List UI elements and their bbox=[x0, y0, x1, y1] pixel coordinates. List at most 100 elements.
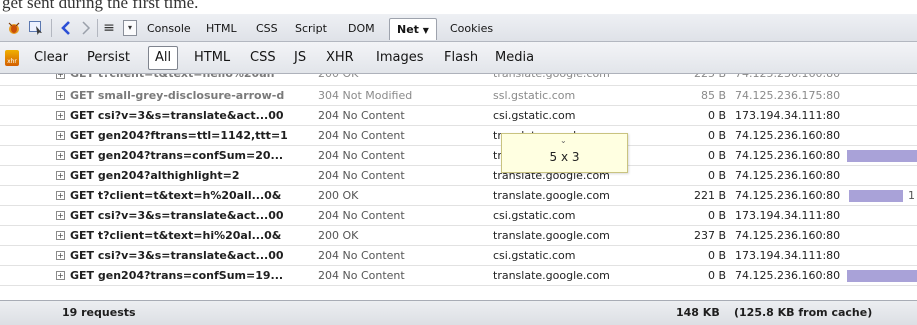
request-status: 200 OK bbox=[318, 74, 478, 82]
request-size: 0 B bbox=[707, 109, 726, 122]
request-status: 204 No Content bbox=[318, 209, 405, 222]
request-remote-ip: 74.125.236.160:80 bbox=[735, 74, 845, 82]
request-url: GET csi?v=3&s=translate&act...00 bbox=[70, 249, 284, 262]
request-url: GET gen204?ftrans=ttl=1142,ttt=1 bbox=[70, 129, 288, 142]
filter-html-button[interactable]: HTML bbox=[194, 49, 230, 67]
request-url: GET t?client=t&text=hi%20al...0& bbox=[70, 229, 282, 242]
table-row[interactable]: + GET t?client=t&text=h%20all...0& 200 O… bbox=[0, 186, 917, 206]
expand-icon[interactable]: + bbox=[56, 111, 65, 120]
filter-js-button[interactable]: JS bbox=[294, 49, 306, 67]
tab-net-arrow-icon: ▼ bbox=[422, 26, 429, 35]
filter-flash-button[interactable]: Flash bbox=[444, 49, 478, 67]
xhr-icon: xhr bbox=[5, 50, 19, 66]
tab-dom[interactable]: DOM bbox=[348, 21, 375, 37]
firebug-icon[interactable] bbox=[6, 20, 22, 36]
request-remote-ip: 74.125.236.160:80 bbox=[735, 229, 841, 242]
expand-icon[interactable]: + bbox=[56, 231, 65, 240]
page-caption: get sent during the first time. bbox=[0, 0, 917, 14]
request-status: 200 OK bbox=[318, 189, 359, 202]
clear-button[interactable]: Clear bbox=[34, 49, 68, 67]
table-row[interactable]: + GET gen204?trans=confSum=20... 204 No … bbox=[0, 146, 917, 166]
total-size: 148 KB bbox=[676, 306, 720, 319]
request-size: 225 B bbox=[670, 74, 726, 82]
request-status: 204 No Content bbox=[318, 249, 405, 262]
net-filter-toolbar: xhr Clear Persist All HTML CSS JS XHR Im… bbox=[0, 42, 917, 74]
request-remote-ip: 74.125.236.160:80 bbox=[735, 189, 841, 202]
request-size: 221 B bbox=[693, 189, 726, 202]
tab-html[interactable]: HTML bbox=[206, 21, 237, 37]
net-summary-footer: 19 requests 148 KB (125.8 KB from cache) bbox=[0, 300, 917, 325]
request-domain: ssl.gstatic.com bbox=[493, 89, 576, 102]
request-remote-ip: 74.125.236.160:80 bbox=[735, 129, 841, 142]
request-domain: translate.google.com bbox=[493, 189, 610, 202]
request-size: 0 B bbox=[707, 129, 726, 142]
table-row[interactable]: + GET csi?v=3&s=translate&act...00 204 N… bbox=[0, 246, 917, 266]
request-list: + GET t?client=t&text=hello%20an 200 OK … bbox=[0, 74, 917, 300]
timeline-bar bbox=[849, 190, 903, 202]
expand-icon[interactable]: + bbox=[56, 271, 65, 280]
filter-images-button[interactable]: Images bbox=[376, 49, 424, 67]
expand-icon[interactable]: + bbox=[56, 171, 65, 180]
expand-icon[interactable]: + bbox=[56, 131, 65, 140]
tab-cookies[interactable]: Cookies bbox=[450, 21, 493, 37]
expand-icon[interactable]: + bbox=[56, 151, 65, 160]
forward-icon[interactable] bbox=[78, 20, 94, 36]
request-url: GET csi?v=3&s=translate&act...00 bbox=[70, 109, 284, 122]
tab-console[interactable]: Console bbox=[147, 21, 191, 37]
request-size: 0 B bbox=[707, 169, 726, 182]
tab-script[interactable]: Script bbox=[295, 21, 327, 37]
firebug-main-toolbar: ≡ ▾ Console HTML CSS Script DOM Net ▼ Co… bbox=[0, 14, 917, 42]
timeline-bar bbox=[847, 270, 917, 282]
dropdown-icon[interactable]: ▾ bbox=[123, 20, 137, 36]
tooltip-caret-icon: ⌄ bbox=[560, 136, 567, 145]
request-remote-ip: 173.194.34.111:80 bbox=[735, 209, 841, 222]
request-domain: csi.gstatic.com bbox=[493, 249, 576, 262]
expand-icon[interactable]: + bbox=[56, 211, 65, 220]
request-count: 19 requests bbox=[62, 306, 136, 319]
timeline-label: 1 bbox=[908, 189, 915, 202]
back-icon[interactable] bbox=[58, 20, 74, 36]
filter-css-button[interactable]: CSS bbox=[250, 49, 276, 67]
tab-css[interactable]: CSS bbox=[256, 21, 278, 37]
request-remote-ip: 74.125.236.175:80 bbox=[735, 89, 841, 102]
request-url: GET gen204?trans=confSum=19... bbox=[70, 269, 284, 282]
request-size: 0 B bbox=[707, 209, 726, 222]
request-remote-ip: 74.125.236.160:80 bbox=[735, 269, 841, 282]
cache-size: (125.8 KB from cache) bbox=[734, 306, 873, 319]
request-domain: translate.google.com bbox=[493, 229, 610, 242]
table-row[interactable]: + GET t?client=t&text=hi%20al...0& 200 O… bbox=[0, 226, 917, 246]
request-domain: translate.google.com bbox=[493, 269, 610, 282]
expand-icon[interactable]: + bbox=[56, 91, 65, 100]
table-row[interactable]: + GET small-grey-disclosure-arrow-d 304 … bbox=[0, 86, 917, 106]
table-row[interactable]: + GET t?client=t&text=hello%20an 200 OK … bbox=[0, 74, 917, 86]
expand-icon[interactable]: + bbox=[56, 251, 65, 260]
request-remote-ip: 173.194.34.111:80 bbox=[735, 249, 841, 262]
persist-button[interactable]: Persist bbox=[87, 49, 130, 67]
table-row[interactable]: + GET gen204?althighlight=2 204 No Conte… bbox=[0, 166, 917, 186]
expand-icon[interactable]: + bbox=[56, 74, 65, 79]
size-tooltip: ⌄ 5 x 3 bbox=[501, 133, 628, 173]
filter-media-button[interactable]: Media bbox=[495, 49, 534, 67]
request-status: 304 Not Modified bbox=[318, 89, 413, 102]
request-status: 204 No Content bbox=[318, 269, 405, 282]
tab-net[interactable]: Net ▼ bbox=[389, 18, 437, 40]
request-remote-ip: 74.125.236.160:80 bbox=[735, 169, 841, 182]
filter-all-button[interactable]: All bbox=[148, 46, 179, 70]
request-domain: csi.gstatic.com bbox=[493, 209, 576, 222]
request-status: 204 No Content bbox=[318, 149, 405, 162]
table-row[interactable]: + GET csi?v=3&s=translate&act...00 204 N… bbox=[0, 106, 917, 126]
request-url: GET gen204?althighlight=2 bbox=[70, 169, 240, 182]
expand-icon[interactable]: + bbox=[56, 191, 65, 200]
table-row[interactable]: + GET gen204?ftrans=ttl=1142,ttt=1 204 N… bbox=[0, 126, 917, 146]
request-url: GET small-grey-disclosure-arrow-d bbox=[70, 89, 285, 102]
request-url: GET csi?v=3&s=translate&act...00 bbox=[70, 209, 284, 222]
list-icon[interactable]: ≡ bbox=[100, 19, 118, 37]
filter-xhr-button[interactable]: XHR bbox=[326, 49, 354, 67]
xhr-icon-label: xhr bbox=[7, 58, 17, 65]
table-row[interactable]: + GET gen204?trans=confSum=19... 204 No … bbox=[0, 266, 917, 286]
table-row[interactable]: + GET csi?v=3&s=translate&act...00 204 N… bbox=[0, 206, 917, 226]
caption-text: get sent during the first time. bbox=[2, 0, 199, 12]
inspect-icon[interactable] bbox=[28, 20, 44, 36]
tab-net-label: Net bbox=[397, 23, 419, 36]
timeline-bar bbox=[847, 150, 917, 162]
